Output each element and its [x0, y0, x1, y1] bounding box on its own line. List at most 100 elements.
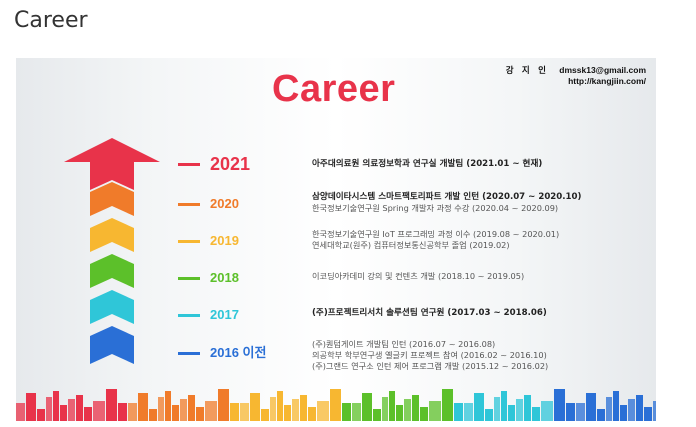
- desc-line: (주)퀀텀게이트 개발팀 인턴 (2016.07 ~ 2016.08): [312, 339, 496, 349]
- skyline-building: [53, 391, 59, 421]
- year-label: 2019: [210, 233, 239, 248]
- year-dash: [178, 163, 200, 166]
- skyline-building: [597, 409, 605, 421]
- contact-info: 강 지 인 dmssk13@gmail.com http://kangjiin.…: [506, 65, 646, 87]
- skyline-building: [501, 391, 507, 421]
- skyline-building: [653, 401, 656, 421]
- skyline-building: [474, 393, 484, 421]
- contact-email: dmssk13@gmail.com: [559, 65, 646, 75]
- desc-line: 연세대학교(원주) 컴퓨터정보통신공학부 졸업 (2019.02): [312, 240, 510, 250]
- skyline-building: [606, 397, 612, 421]
- skyline-building: [586, 393, 596, 421]
- desc-line: 삼양데이타시스템 스마트팩토리파트 개발 인턴 (2020.07 ~ 2020.…: [312, 192, 582, 202]
- desc-line: 아주대의료원 의료정보학과 연구실 개발팀 (2021.01 ~ 현재): [312, 159, 543, 169]
- skyline-building: [284, 405, 291, 421]
- skyline-building: [412, 395, 419, 421]
- skyline-building: [308, 407, 316, 421]
- skyline-building: [532, 407, 540, 421]
- timeline-year-row: 2019: [178, 231, 298, 251]
- timeline-description: 이코딩아카데미 강의 및 컨텐츠 개발 (2018.10 ~ 2019.05): [312, 271, 524, 282]
- year-dash: [178, 277, 200, 280]
- skyline-building: [172, 405, 179, 421]
- skyline-building: [516, 399, 523, 421]
- skyline-building: [250, 393, 260, 421]
- skyline-building: [485, 409, 493, 421]
- year-dash: [178, 240, 200, 243]
- page-heading: Career: [14, 8, 88, 33]
- slide-title: Career: [272, 68, 396, 110]
- skyline-building: [205, 401, 217, 421]
- skyline-building: [628, 399, 635, 421]
- chevron-2019: [90, 218, 134, 252]
- year-dash: [178, 203, 200, 206]
- year-label: 2021: [210, 154, 251, 174]
- desc-line: 한국정보기술연구원 Spring 개발자 과정 수강 (2020.04 ~ 20…: [312, 203, 559, 213]
- skyline-building: [270, 397, 276, 421]
- skyline-building: [342, 403, 351, 421]
- skyline-building: [46, 397, 52, 421]
- skyline-building: [576, 403, 585, 421]
- desc-line: 이코딩아카데미 강의 및 컨텐츠 개발 (2018.10 ~ 2019.05): [312, 271, 525, 281]
- skyline-building: [494, 397, 500, 421]
- timeline-description: 아주대의료원 의료정보학과 연구실 개발팀 (2021.01 ~ 현재): [312, 159, 542, 170]
- skyline-building: [300, 395, 307, 421]
- skyline-building: [317, 401, 329, 421]
- timeline-year-row: 2017: [178, 305, 298, 325]
- skyline-building: [613, 391, 619, 421]
- skyline-building: [138, 393, 148, 421]
- skyline-building: [620, 405, 627, 421]
- skyline-building: [230, 403, 239, 421]
- timeline-year-row: 2016 이전: [178, 343, 308, 363]
- skyline-building: [464, 403, 473, 421]
- skyline-building: [68, 399, 75, 421]
- year-dash: [178, 352, 200, 355]
- timeline-year-row: 2021: [178, 154, 298, 174]
- career-slide-image: 강 지 인 dmssk13@gmail.com http://kangjiin.…: [16, 58, 656, 421]
- desc-line: 의공학부 학부연구생 옐글키 프로젝트 참여 (2016.02 ~ 2016.1…: [312, 350, 547, 360]
- chevron-2017: [90, 290, 134, 324]
- timeline-year-row: 2020: [178, 194, 298, 214]
- desc-line: 한국정보기술연구원 IoT 프로그래밍 과정 이수 (2019.08 ~ 202…: [312, 229, 560, 239]
- timeline-description: 한국정보기술연구원 IoT 프로그래밍 과정 이수 (2019.08 ~ 202…: [312, 229, 559, 251]
- skyline-building: [93, 401, 105, 421]
- year-label: 2017: [210, 307, 239, 322]
- contact-url: http://kangjiin.com/: [568, 76, 646, 86]
- year-label: 2020: [210, 196, 239, 211]
- skyline-building: [84, 407, 92, 421]
- skyline-building: [188, 395, 195, 421]
- timeline-description: 삼양데이타시스템 스마트팩토리파트 개발 인턴 (2020.07 ~ 2020.…: [312, 192, 581, 214]
- skyline-building: [404, 399, 411, 421]
- timeline-description: (주)프로젝트리서치 솔루션팀 연구원 (2017.03 ~ 2018.06): [312, 308, 547, 319]
- skyline-building: [26, 393, 36, 421]
- chevron-2020: [90, 182, 134, 216]
- skyline-building: [149, 409, 157, 421]
- year-dash: [178, 314, 200, 317]
- skyline-building: [362, 393, 372, 421]
- timeline-description: (주)퀀텀게이트 개발팀 인턴 (2016.07 ~ 2016.08) 의공학부…: [312, 339, 548, 372]
- skyline-building: [240, 403, 249, 421]
- skyline-building: [330, 389, 341, 421]
- skyline-building: [165, 391, 171, 421]
- year-label: 2016 이전: [210, 345, 267, 360]
- skyline-building: [389, 391, 395, 421]
- skyline-building: [261, 409, 269, 421]
- year-label: 2018: [210, 270, 239, 285]
- skyline-building: [106, 389, 117, 421]
- chevron-2018: [90, 254, 134, 288]
- skyline-building: [454, 403, 463, 421]
- skyline-building: [158, 397, 164, 421]
- skyline-building: [554, 389, 565, 421]
- skyline-building: [420, 407, 428, 421]
- skyline-building: [292, 399, 299, 421]
- skyline-building: [352, 403, 361, 421]
- skyline-building: [60, 405, 67, 421]
- chevron-2016: [90, 326, 134, 364]
- skyline-building: [541, 401, 553, 421]
- desc-line: (주)그랜드 연구소 인턴 제어 프로그램 개발 (2015.12 ~ 2016…: [312, 361, 549, 371]
- skyline-building: [76, 395, 83, 421]
- skyline-building: [37, 409, 45, 421]
- skyline-building: [180, 399, 187, 421]
- skyline-building: [128, 403, 137, 421]
- skyline-building: [373, 409, 381, 421]
- desc-line: (주)프로젝트리서치 솔루션팀 연구원 (2017.03 ~ 2018.06): [312, 308, 547, 318]
